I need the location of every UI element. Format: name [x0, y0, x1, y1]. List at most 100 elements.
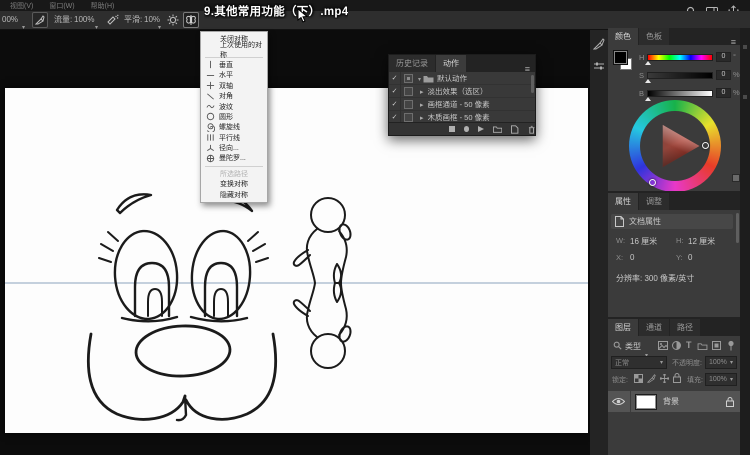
flow-value[interactable]: 100%: [74, 11, 94, 29]
layer-name[interactable]: 背景: [663, 396, 679, 407]
tab-actions[interactable]: 动作: [436, 55, 466, 72]
menu-item-diagonal[interactable]: 对角: [201, 91, 267, 101]
tab-color[interactable]: 颜色: [608, 28, 638, 45]
menu-item-vertical[interactable]: 垂直: [201, 60, 267, 70]
airbrush-icon[interactable]: [106, 12, 120, 28]
hue-value[interactable]: 0: [716, 52, 731, 62]
menu-item-spiral[interactable]: 螺旋线: [201, 122, 267, 132]
dialog-toggle-icon[interactable]: [404, 87, 413, 96]
menu-item-wavy[interactable]: 波纹: [201, 101, 267, 111]
filter-search-icon: [613, 341, 622, 350]
hue-slider[interactable]: [647, 54, 713, 61]
filter-pixel-icon[interactable]: [658, 341, 668, 350]
layer-row-background[interactable]: 背景: [608, 391, 740, 412]
brightness-label: B: [639, 89, 644, 98]
tab-paths[interactable]: 路径: [670, 319, 700, 336]
saturation-slider[interactable]: [647, 72, 713, 79]
menu-bar: 视图(V) 窗口(W) 帮助(H): [0, 0, 750, 11]
color-wheel[interactable]: [629, 100, 721, 192]
expand-caret-icon[interactable]: [418, 74, 421, 83]
brightness-slider-thumb[interactable]: [645, 97, 651, 101]
menu-item-circle[interactable]: 圆形: [201, 112, 267, 122]
hue-slider-thumb[interactable]: [645, 61, 651, 65]
lock-all-icon[interactable]: [673, 373, 681, 383]
menu-item-radial[interactable]: 径向...: [201, 143, 267, 153]
brush-panel-icon[interactable]: [593, 38, 605, 50]
expand-arrow-icon[interactable]: [420, 113, 424, 122]
dialog-toggle-icon[interactable]: [404, 100, 413, 109]
tab-channels[interactable]: 通道: [639, 319, 669, 336]
opacity-field[interactable]: 00%: [2, 11, 18, 29]
opacity-select[interactable]: 100%: [705, 356, 737, 369]
new-set-folder-button[interactable]: [493, 125, 502, 133]
play-button[interactable]: [478, 126, 484, 132]
lock-position-icon[interactable]: [660, 374, 669, 383]
height-label: H:: [676, 236, 684, 245]
saturation-slider-thumb[interactable]: [645, 79, 651, 83]
filter-pin-toggle-icon[interactable]: [727, 340, 735, 351]
menu-item-dual-axis[interactable]: 双轴: [201, 81, 267, 91]
wavy-symmetry-icon: [206, 102, 215, 111]
tab-swatches[interactable]: 色板: [639, 28, 669, 45]
blend-mode-select[interactable]: 正常: [611, 356, 667, 369]
menu-item-hide-symmetry[interactable]: 隐藏对称: [201, 189, 267, 199]
stop-button[interactable]: [449, 126, 455, 132]
height-value[interactable]: 12 厘米: [688, 236, 715, 247]
document-properties-row[interactable]: 文档属性: [611, 214, 733, 229]
filter-group-icon[interactable]: [697, 342, 708, 350]
tab-layers[interactable]: 图层: [608, 319, 638, 336]
menu-view[interactable]: 视图(V): [10, 1, 33, 11]
dialog-toggle-icon[interactable]: [404, 113, 413, 122]
new-action-button[interactable]: [511, 125, 518, 134]
saturation-unit: %: [733, 70, 740, 79]
visibility-eye-icon[interactable]: [612, 397, 625, 406]
expand-arrow-icon[interactable]: [420, 87, 424, 96]
canvas[interactable]: [5, 88, 588, 433]
menu-window[interactable]: 窗口(W): [49, 1, 74, 11]
menu-item-last-used-symmetry[interactable]: 上次使用的对称: [201, 44, 267, 54]
brush-settings-panel-icon[interactable]: [593, 60, 605, 72]
vertical-symmetry-icon: [206, 60, 215, 69]
fill-select[interactable]: 100%: [705, 373, 737, 386]
wheel-options-icon[interactable]: [732, 174, 740, 182]
action-set-row[interactable]: ✓ 默认动作: [389, 72, 535, 85]
menu-item-horizontal[interactable]: 水平: [201, 70, 267, 80]
filter-adjustment-icon[interactable]: [672, 341, 681, 350]
lock-pixels-brush-icon[interactable]: [647, 374, 656, 383]
mandala-symmetry-icon: [206, 154, 215, 163]
tab-adjustments[interactable]: 调整: [639, 193, 669, 210]
record-button[interactable]: [464, 126, 470, 132]
saturation-value[interactable]: 0: [716, 70, 731, 80]
delete-button[interactable]: [528, 125, 535, 134]
menu-item-mandala[interactable]: 曼陀罗...: [201, 153, 267, 163]
filter-kind-select[interactable]: 类型: [625, 341, 641, 352]
foreground-color-swatch[interactable]: [614, 51, 627, 64]
smoothing-gear-icon[interactable]: [166, 12, 180, 28]
y-value[interactable]: 0: [688, 253, 692, 262]
filter-smart-object-icon[interactable]: [712, 341, 721, 350]
diagonal-symmetry-icon: [206, 92, 215, 101]
dialog-toggle-icon[interactable]: [404, 74, 413, 83]
brightness-slider[interactable]: [647, 90, 713, 97]
lock-transparency-icon[interactable]: [634, 374, 643, 383]
triangle-selector-icon[interactable]: [702, 142, 709, 149]
hue-ring-selector-icon[interactable]: [649, 179, 656, 186]
action-row[interactable]: ✓ 画框通道 - 50 像素: [389, 98, 535, 111]
actions-scrollbar[interactable]: [531, 75, 534, 93]
action-row[interactable]: ✓ 淡出效果（选区）: [389, 85, 535, 98]
layer-thumbnail[interactable]: [636, 395, 656, 409]
menu-help[interactable]: 帮助(H): [91, 1, 115, 11]
width-value[interactable]: 16 厘米: [630, 236, 657, 247]
panel-menu-icon[interactable]: [731, 32, 736, 50]
tab-properties[interactable]: 属性: [608, 193, 638, 210]
expand-arrow-icon[interactable]: [420, 100, 424, 109]
opacity-pressure-button[interactable]: [32, 12, 48, 28]
properties-scrollbar[interactable]: [736, 213, 739, 243]
filter-type-icon[interactable]: T: [686, 340, 692, 350]
menu-item-parallel-lines[interactable]: 平行线: [201, 133, 267, 143]
brightness-value[interactable]: 0: [716, 88, 731, 98]
x-value[interactable]: 0: [630, 253, 634, 262]
menu-item-transform-symmetry[interactable]: 变换对称: [201, 179, 267, 189]
tab-history[interactable]: 历史记录: [389, 55, 435, 72]
paint-symmetry-butterfly-button[interactable]: [183, 12, 199, 28]
